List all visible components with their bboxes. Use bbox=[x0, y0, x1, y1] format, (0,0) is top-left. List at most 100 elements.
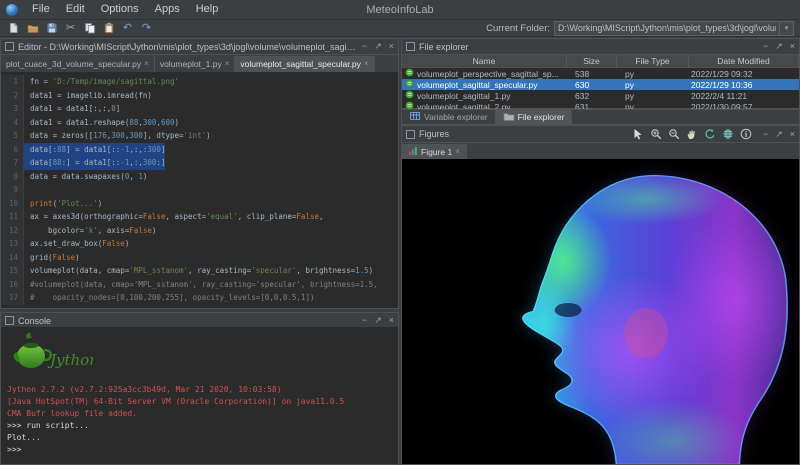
tab-file-explorer[interactable]: File explorer bbox=[496, 109, 573, 124]
code-text: data = data.swapaxes(0, 1) bbox=[24, 170, 147, 184]
float-icon[interactable]: ↗ bbox=[374, 316, 382, 325]
float-icon[interactable]: ↗ bbox=[775, 42, 783, 51]
line-number: 16 bbox=[1, 278, 24, 292]
tab-label: Variable explorer bbox=[424, 112, 488, 122]
file-explorer-header: File explorer − ↗ × bbox=[402, 39, 799, 55]
menu-items: FileEditOptionsAppsHelp bbox=[24, 0, 226, 19]
svg-text:Jython: Jython bbox=[47, 351, 93, 369]
console-line: Plot... bbox=[7, 432, 392, 444]
minimize-icon[interactable]: − bbox=[763, 42, 768, 51]
chevron-down-icon[interactable]: ▾ bbox=[779, 22, 793, 35]
close-icon[interactable]: × bbox=[790, 130, 795, 139]
file-type: py bbox=[617, 69, 689, 79]
editor-tab-label: plot_cuace_3d_volume_specular.py bbox=[6, 59, 141, 69]
tab-variable-explorer[interactable]: Variable explorer bbox=[402, 109, 496, 124]
line-number: 1 bbox=[1, 75, 24, 89]
menu-file[interactable]: File bbox=[24, 0, 58, 19]
meteoinfolab-window: FileEditOptionsAppsHelp MeteoInfoLab ✂↶↷… bbox=[0, 0, 800, 465]
editor-tab[interactable]: volumeplot_sagittal_specular.py× bbox=[235, 56, 374, 72]
console-panel-title: Console bbox=[18, 316, 356, 326]
code-text: bgcolor='k', axis=False) bbox=[24, 224, 156, 238]
folder-icon bbox=[503, 110, 515, 124]
code-line: 13ax.set_draw_box(False) bbox=[1, 237, 398, 251]
table-row[interactable]: volumeplot_sagittal_1.py632py2022/2/4 11… bbox=[402, 90, 799, 101]
zoom-out-icon[interactable] bbox=[668, 127, 681, 141]
menu-edit[interactable]: Edit bbox=[58, 0, 93, 19]
save-icon[interactable] bbox=[44, 21, 59, 35]
code-text: #volumeplot(data, cmap='MPL_sstanom', ra… bbox=[24, 278, 378, 292]
jython-logo-icon: Jython bbox=[9, 332, 392, 380]
console-output[interactable]: Jython Jython 2.7.2 (v2.7.2:925a3cc3b49d… bbox=[1, 327, 398, 464]
pan-hand-icon[interactable] bbox=[686, 127, 699, 141]
file-size: 538 bbox=[567, 69, 617, 79]
file-size: 630 bbox=[567, 80, 617, 90]
redo-icon[interactable]: ↷ bbox=[139, 21, 154, 35]
copy-icon[interactable] bbox=[82, 21, 97, 35]
undo-icon[interactable]: ↶ bbox=[120, 21, 135, 35]
tab-close-icon[interactable]: × bbox=[364, 60, 369, 68]
volume-render-head bbox=[402, 159, 799, 464]
column-header-modified[interactable]: Date Modified bbox=[689, 55, 799, 67]
file-name: volumeplot_perspective_sagittal_sp... bbox=[417, 69, 559, 79]
tab-close-icon[interactable]: × bbox=[144, 60, 149, 68]
select-arrow-icon[interactable] bbox=[632, 127, 645, 141]
file-name: volumeplot_sagittal_1.py bbox=[417, 91, 511, 101]
tab-close-icon[interactable]: × bbox=[225, 60, 230, 68]
line-number: 2 bbox=[1, 89, 24, 103]
menu-help[interactable]: Help bbox=[188, 0, 227, 19]
line-number: 17 bbox=[1, 291, 24, 305]
minimize-icon[interactable]: − bbox=[763, 130, 768, 139]
tab-figure-1[interactable]: Figure 1 × bbox=[402, 144, 467, 159]
figure-tab-bar: Figure 1 × bbox=[402, 143, 799, 160]
file-modified: 2022/1/29 09:32 bbox=[689, 69, 799, 79]
close-icon[interactable]: × bbox=[389, 42, 394, 51]
tab-close-icon[interactable]: × bbox=[455, 148, 460, 156]
minimize-icon[interactable]: − bbox=[362, 316, 367, 325]
code-text: data = zeros([176,300,300], dtype='int') bbox=[24, 129, 211, 143]
editor-tab-bar: plot_cuace_3d_volume_specular.py×volumep… bbox=[1, 55, 398, 73]
menu-options[interactable]: Options bbox=[93, 0, 147, 19]
table-row[interactable]: volumeplot_sagittal_specular.py630py2022… bbox=[402, 79, 799, 90]
menu-apps[interactable]: Apps bbox=[147, 0, 188, 19]
code-line: 9 bbox=[1, 183, 398, 197]
code-text: volumeplot(data, cmap='MPL_sstanom', ray… bbox=[24, 264, 373, 278]
minimize-icon[interactable]: − bbox=[362, 42, 367, 51]
code-text: data[88:] = data1[::-1,:,300:] bbox=[24, 156, 165, 170]
editor-tab[interactable]: volumeplot_1.py× bbox=[155, 56, 236, 72]
editor-panel: Editor - D:\Working\MIScript\Jython\mis\… bbox=[0, 38, 399, 309]
column-header-size[interactable]: Size bbox=[567, 55, 617, 67]
column-header-name[interactable]: Name bbox=[402, 55, 567, 67]
code-editor[interactable]: 1fn = 'D:/Temp/image/sagittal.png'2data1… bbox=[1, 72, 398, 308]
code-text: # opacity_nodes=[0,100,200,255], opacity… bbox=[24, 291, 314, 305]
code-text: print('Plot...') bbox=[24, 197, 102, 211]
code-line: 10print('Plot...') bbox=[1, 197, 398, 211]
close-icon[interactable]: × bbox=[790, 42, 795, 51]
code-line: 4data1 = data1.reshape(88,300,600) bbox=[1, 116, 398, 130]
globe-icon[interactable] bbox=[722, 127, 735, 141]
line-number: 7 bbox=[1, 156, 24, 170]
editor-tab[interactable]: plot_cuace_3d_volume_specular.py× bbox=[1, 56, 155, 72]
close-icon[interactable]: × bbox=[389, 316, 394, 325]
file-type: py bbox=[617, 91, 689, 101]
figures-title: Figures bbox=[419, 129, 449, 139]
console-line: >>> bbox=[7, 444, 392, 456]
zoom-in-icon[interactable] bbox=[650, 127, 663, 141]
code-line: 5data = zeros([176,300,300], dtype='int'… bbox=[1, 129, 398, 143]
figure-canvas[interactable] bbox=[402, 159, 799, 464]
line-number: 3 bbox=[1, 102, 24, 116]
cut-icon[interactable]: ✂ bbox=[63, 21, 78, 35]
rotate-icon[interactable] bbox=[704, 127, 717, 141]
identify-icon[interactable] bbox=[740, 127, 753, 141]
py-file-icon bbox=[405, 90, 414, 101]
code-line: 11ax = axes3d(orthographic=False, aspect… bbox=[1, 210, 398, 224]
float-icon[interactable]: ↗ bbox=[374, 42, 382, 51]
open-folder-icon[interactable] bbox=[25, 21, 40, 35]
file-name: volumeplot_sagittal_specular.py bbox=[417, 80, 538, 90]
file-size: 632 bbox=[567, 91, 617, 101]
column-header-type[interactable]: File Type bbox=[617, 55, 689, 67]
paste-icon[interactable] bbox=[101, 21, 116, 35]
current-folder-input[interactable] bbox=[555, 23, 779, 33]
new-file-icon[interactable] bbox=[6, 21, 21, 35]
table-row[interactable]: volumeplot_perspective_sagittal_sp... 538… bbox=[402, 68, 799, 79]
float-icon[interactable]: ↗ bbox=[775, 130, 783, 139]
